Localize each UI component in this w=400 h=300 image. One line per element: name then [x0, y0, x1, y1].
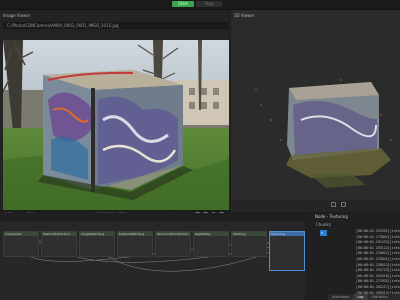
node-attributes-panel: Node - Texturing Chunks 0 [00:08:01.1525…	[306, 213, 400, 300]
graph-node-imagematching[interactable]: ImageMatching	[79, 231, 115, 257]
graph-node-structurefrommotion[interactable]: StructureFromMotion	[155, 231, 191, 257]
stop-button[interactable]: Stop	[196, 1, 222, 7]
top-toolbar: Start Stop	[0, 0, 400, 10]
tab-log[interactable]: Log	[353, 294, 368, 300]
chunk-item[interactable]: 0	[320, 230, 327, 236]
image-filepath-field[interactable]: C:/Photo/CDNCamera/ANVA_0001_0001_IMGB_1…	[3, 22, 229, 29]
graph-editor-header	[0, 213, 305, 221]
photo-graffiti-box	[3, 40, 229, 210]
log-line: [00:08:01.282217][info]	[356, 284, 400, 289]
graph-node-texturing[interactable]: Texturing	[269, 231, 305, 271]
tab-attributes[interactable]: Attributes	[328, 294, 353, 300]
log-output: [00:08:01.152552][info] [00:08:01.173842…	[356, 229, 400, 296]
log-line: [00:08:01.251723][info]	[356, 268, 400, 273]
log-line: [00:08:01.191423][info]	[356, 240, 400, 245]
start-button[interactable]: Start	[172, 1, 194, 7]
graph-node-meshing[interactable]: Meshing	[231, 231, 267, 257]
graph-node-depthmap[interactable]: DepthMap	[193, 231, 229, 257]
3d-viewer-toolbar	[231, 200, 400, 212]
tab-statistics[interactable]: Statistics	[368, 294, 392, 300]
graffiti-box-shape	[43, 70, 183, 192]
node-panel-title: Node - Texturing	[315, 214, 348, 219]
node-panel-tabs: Attributes Log Statistics	[328, 294, 400, 300]
image-viewer-panel: Image Viewer C:/Photo/CDNCamera/ANVA_000…	[0, 10, 230, 219]
graph-node-featureextraction[interactable]: FeatureExtraction	[41, 231, 77, 257]
photo-view[interactable]	[3, 40, 229, 210]
3d-viewer-panel[interactable]: 3D Viewer	[231, 10, 400, 212]
graph-editor[interactable]: CameraInit FeatureExtraction ImageMatchi…	[0, 213, 305, 300]
camera-icon[interactable]	[331, 202, 336, 207]
graph-node-featurematching[interactable]: FeatureMatching	[117, 231, 153, 257]
image-viewer-title: Image Viewer	[3, 13, 31, 18]
log-line: [00:08:01.152552][info]	[356, 229, 400, 233]
mesh-icon[interactable]	[341, 202, 346, 207]
log-line: [00:08:01.225841][info]	[356, 256, 400, 261]
chunks-label: Chunks	[316, 222, 331, 227]
3d-mesh-view	[255, 79, 392, 188]
graph-node-camerainit[interactable]: CameraInit	[3, 231, 39, 257]
